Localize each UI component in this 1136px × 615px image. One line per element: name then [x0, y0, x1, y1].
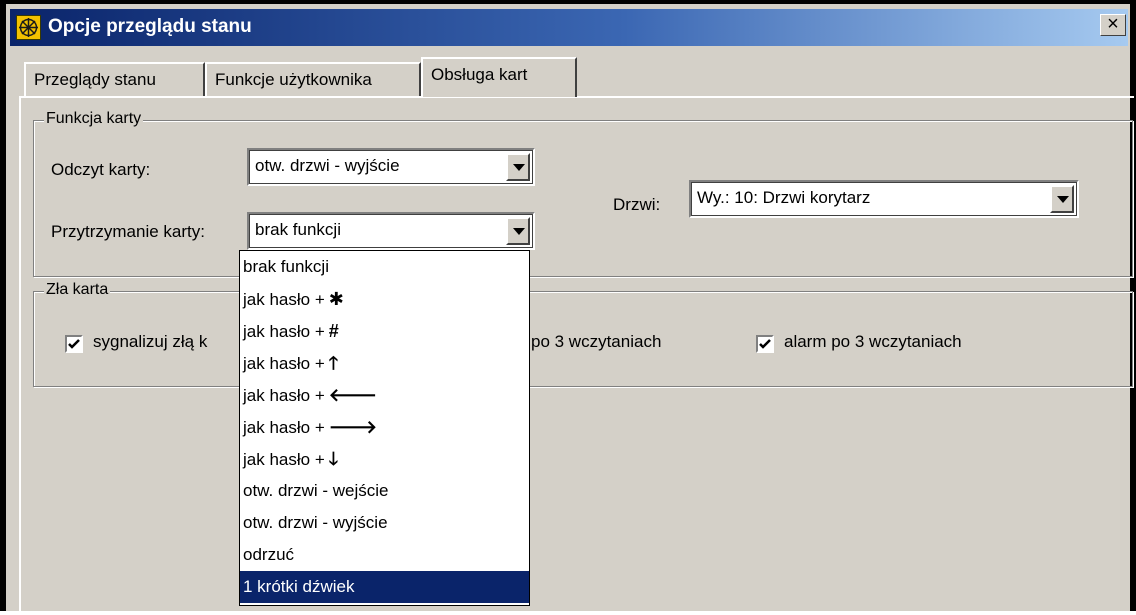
option-text: otw. drzwi - wyjście: [243, 513, 388, 532]
arrow-right-icon: 🡒: [328, 417, 378, 437]
chevron-down-icon[interactable]: [506, 153, 530, 181]
option-text: jak hasło +: [243, 450, 325, 469]
options-window: Opcje przeglądu stanu × Przeglądy stanu …: [0, 0, 1136, 615]
tab-label: Obsługa kart: [431, 65, 528, 84]
door-select[interactable]: Wy.: 10: Drzwi korytarz: [689, 180, 1079, 218]
option-text: jak hasło +: [243, 418, 325, 437]
tab-przeglady-stanu[interactable]: Przeglądy stanu: [24, 62, 205, 96]
title-bar[interactable]: Opcje przeglądu stanu: [10, 9, 1128, 46]
read-card-value: otw. drzwi - wyjście: [255, 156, 400, 175]
app-icon: [16, 15, 41, 40]
group-label: Zła karta: [44, 281, 111, 299]
option-text: brak funkcji: [243, 257, 329, 276]
read-card-select[interactable]: otw. drzwi - wyjście: [247, 148, 535, 186]
door-label: Drzwi:: [613, 195, 661, 214]
tab-funkcje-uzytkownika[interactable]: Funkcje użytkownika: [205, 62, 421, 96]
alarm-checkbox[interactable]: [756, 335, 774, 353]
option-text: jak hasło +: [243, 386, 325, 405]
hold-card-dropdown-list[interactable]: brak funkcji jak hasło + ✱ jak hasło + # j…: [239, 250, 530, 606]
signal-bad-card-checkbox[interactable]: [65, 335, 83, 353]
check-icon: [68, 339, 80, 349]
option-text: 1 krótki dźwiek: [243, 577, 355, 596]
tab-label: Przeglądy stanu: [34, 70, 156, 89]
list-item[interactable]: brak funkcji: [240, 251, 529, 283]
option-text: jak hasło +: [243, 290, 325, 309]
after-3-reads-label: po 3 wczytaniach: [531, 332, 662, 351]
option-text: odrzuć: [243, 545, 295, 564]
close-button[interactable]: ×: [1100, 14, 1126, 36]
door-value: Wy.: 10: Drzwi korytarz: [697, 188, 871, 207]
option-text: otw. drzwi - wejście: [243, 481, 389, 500]
chevron-down-icon[interactable]: [506, 217, 530, 245]
list-item[interactable]: otw. drzwi - wyjście: [240, 507, 529, 539]
option-text: jak hasło +: [243, 322, 325, 341]
group-label: Funkcja karty: [44, 110, 144, 128]
hold-card-value: brak funkcji: [255, 220, 341, 239]
hash-icon: #: [328, 321, 339, 341]
hold-card-label: Przytrzymanie karty:: [51, 222, 205, 241]
arrow-left-icon: 🡐: [328, 385, 378, 405]
option-text: jak hasło +: [243, 354, 325, 373]
list-item[interactable]: jak hasło + 🡐: [240, 379, 529, 411]
list-item[interactable]: jak hasło + ✱: [240, 283, 529, 315]
list-item-selected[interactable]: 1 krótki dźwiek: [240, 571, 529, 603]
list-item[interactable]: jak hasło + #: [240, 315, 529, 347]
check-icon: [759, 339, 771, 349]
read-card-label: Odczyt karty:: [51, 160, 151, 179]
list-item[interactable]: jak hasło + 🡒: [240, 411, 529, 443]
close-icon: ×: [1107, 13, 1119, 35]
tab-panel: Funkcja karty Odczyt karty: otw. drzwi -…: [19, 96, 1134, 615]
list-item[interactable]: otw. drzwi - wejście: [240, 475, 529, 507]
list-item[interactable]: jak hasło + 🡑: [240, 347, 529, 379]
list-item[interactable]: odrzuć: [240, 539, 529, 571]
arrow-up-icon: 🡑: [328, 353, 339, 373]
tab-obsluga-kart[interactable]: Obsługa kart: [421, 57, 577, 97]
window-title: Opcje przeglądu stanu: [48, 16, 252, 37]
list-item[interactable]: jak hasło + 🡓: [240, 443, 529, 475]
chevron-down-icon[interactable]: [1050, 185, 1074, 213]
tab-label: Funkcje użytkownika: [215, 70, 372, 89]
asterisk-icon: ✱: [328, 289, 344, 309]
signal-bad-card-label: sygnalizuj złą k: [93, 332, 208, 351]
arrow-down-icon: 🡓: [328, 449, 339, 469]
alarm-label: alarm po 3 wczytaniach: [784, 332, 962, 351]
hold-card-select[interactable]: brak funkcji: [247, 212, 535, 250]
